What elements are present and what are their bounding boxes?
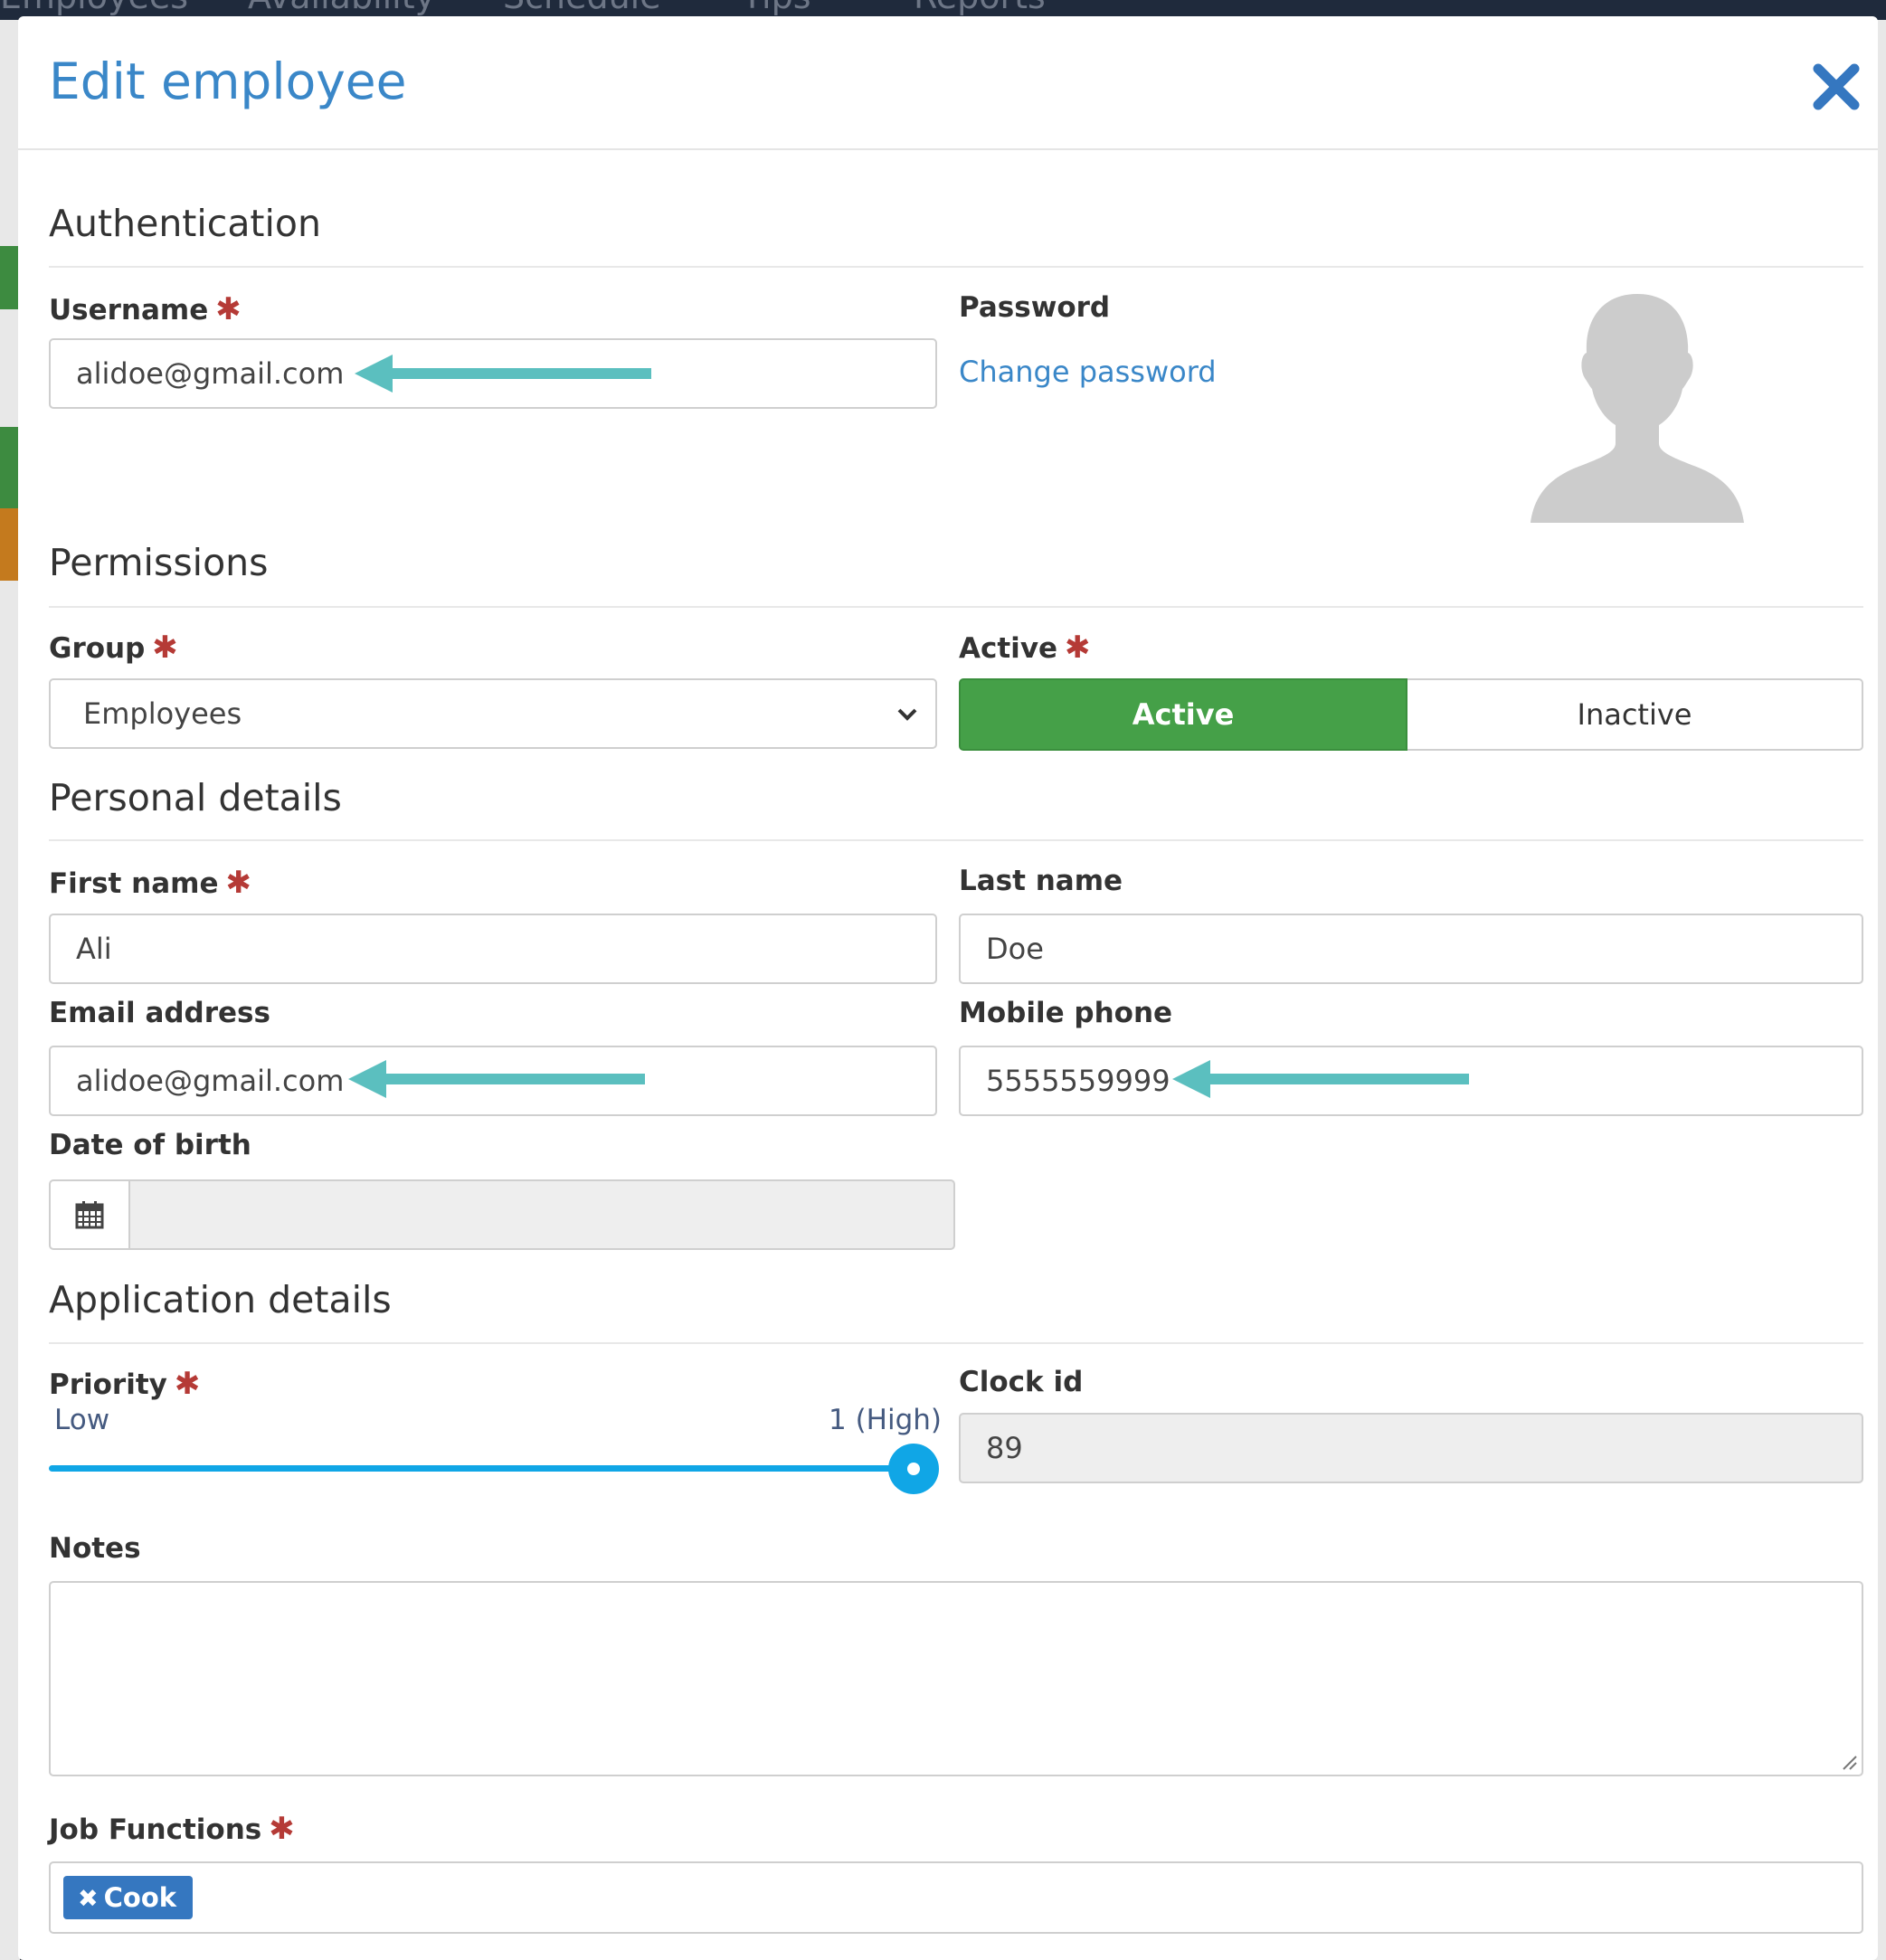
- change-password-link[interactable]: Change password: [959, 355, 1217, 389]
- modal-title: Edit employee: [49, 52, 407, 110]
- edit-employee-modal: Edit employee Authentication Username ✱ a…: [18, 16, 1878, 1960]
- required-marker: ✱: [225, 865, 251, 901]
- priority-slider-handle[interactable]: [888, 1444, 939, 1494]
- priority-high-label: 1 (High): [829, 1404, 943, 1436]
- password-label: Password: [959, 291, 1111, 324]
- email-value: alidoe@gmail.com: [76, 1064, 345, 1098]
- required-marker: ✱: [215, 291, 242, 327]
- section-divider: [49, 606, 1863, 608]
- annotation-arrow-icon: [348, 1060, 645, 1098]
- email-label: Email address: [49, 997, 270, 1029]
- chevron-down-icon: [897, 708, 917, 721]
- annotation-arrow-icon: [355, 355, 651, 393]
- job-functions-label-text: Job Functions: [49, 1813, 262, 1846]
- authentication-section-title: Authentication: [49, 202, 321, 245]
- clock-id-input[interactable]: 89: [959, 1413, 1863, 1483]
- required-marker: ✱: [152, 630, 178, 666]
- permissions-section-title: Permissions: [49, 541, 269, 584]
- active-label-text: Active: [959, 632, 1058, 665]
- group-label: Group ✱: [49, 630, 178, 666]
- inactive-toggle-button[interactable]: Inactive: [1407, 678, 1863, 751]
- priority-low-label: Low: [54, 1404, 110, 1436]
- close-icon[interactable]: [1809, 60, 1863, 114]
- user-silhouette-icon: [1531, 294, 1744, 523]
- date-of-birth-label: Date of birth: [49, 1129, 251, 1161]
- bg-green-strip: [0, 427, 20, 508]
- application-details-section-title: Application details: [49, 1278, 392, 1321]
- last-name-input[interactable]: Doe: [959, 914, 1863, 984]
- job-function-tag-label: Cook: [103, 1882, 177, 1913]
- required-marker: ✱: [1065, 630, 1091, 666]
- required-marker: ✱: [174, 1366, 201, 1402]
- username-label: Username ✱: [49, 291, 242, 327]
- mobile-phone-value: 5555559999: [986, 1064, 1170, 1098]
- job-function-tag: ✖ Cook: [63, 1876, 194, 1919]
- date-of-birth-input[interactable]: [128, 1179, 955, 1250]
- background-left-edge: [0, 20, 20, 1960]
- username-value: alidoe@gmail.com: [76, 356, 345, 391]
- required-marker: ✱: [269, 1811, 295, 1847]
- modal-header: Edit employee: [18, 16, 1878, 150]
- first-name-input[interactable]: Ali: [49, 914, 937, 984]
- priority-label-text: Priority: [49, 1368, 167, 1401]
- first-name-value: Ali: [76, 932, 112, 966]
- last-name-value: Doe: [986, 932, 1044, 966]
- bg-orange-strip: [0, 508, 20, 581]
- group-label-text: Group: [49, 632, 146, 665]
- section-divider: [49, 839, 1863, 841]
- bg-nav-availability: Availability: [248, 0, 435, 16]
- job-functions-multiselect[interactable]: ✖ Cook: [49, 1861, 1863, 1934]
- username-label-text: Username: [49, 294, 209, 327]
- bg-nav-employees: Employees: [0, 0, 188, 16]
- bg-green-strip: [0, 246, 20, 309]
- group-select[interactable]: Employees: [49, 678, 937, 749]
- bg-nav-reports: Reports: [914, 0, 1046, 16]
- clock-id-value: 89: [986, 1431, 1023, 1465]
- first-name-label: First name ✱: [49, 865, 251, 901]
- resize-grip-icon[interactable]: [1840, 1753, 1858, 1771]
- active-label: Active ✱: [959, 630, 1091, 666]
- notes-label: Notes: [49, 1532, 141, 1565]
- annotation-arrow-icon: [1172, 1060, 1469, 1098]
- remove-tag-icon[interactable]: ✖: [78, 1885, 99, 1913]
- calendar-icon: [75, 1201, 104, 1229]
- bg-nav-schedule: Schedule: [503, 0, 661, 16]
- last-name-label: Last name: [959, 865, 1123, 897]
- priority-label: Priority ✱: [49, 1366, 200, 1402]
- first-name-label-text: First name: [49, 867, 219, 900]
- priority-slider-track[interactable]: [49, 1465, 917, 1472]
- active-toggle-button[interactable]: Active: [959, 678, 1407, 751]
- section-divider: [49, 1342, 1863, 1344]
- personal-details-section-title: Personal details: [49, 776, 342, 819]
- mobile-phone-label: Mobile phone: [959, 997, 1173, 1029]
- notes-textarea[interactable]: [49, 1581, 1863, 1776]
- date-picker-button[interactable]: [49, 1179, 130, 1250]
- clock-id-label: Clock id: [959, 1366, 1084, 1398]
- job-functions-label: Job Functions ✱: [49, 1811, 295, 1847]
- bg-nav-tips: Tips: [742, 0, 811, 16]
- group-selected-value: Employees: [83, 696, 242, 731]
- section-divider: [49, 266, 1863, 268]
